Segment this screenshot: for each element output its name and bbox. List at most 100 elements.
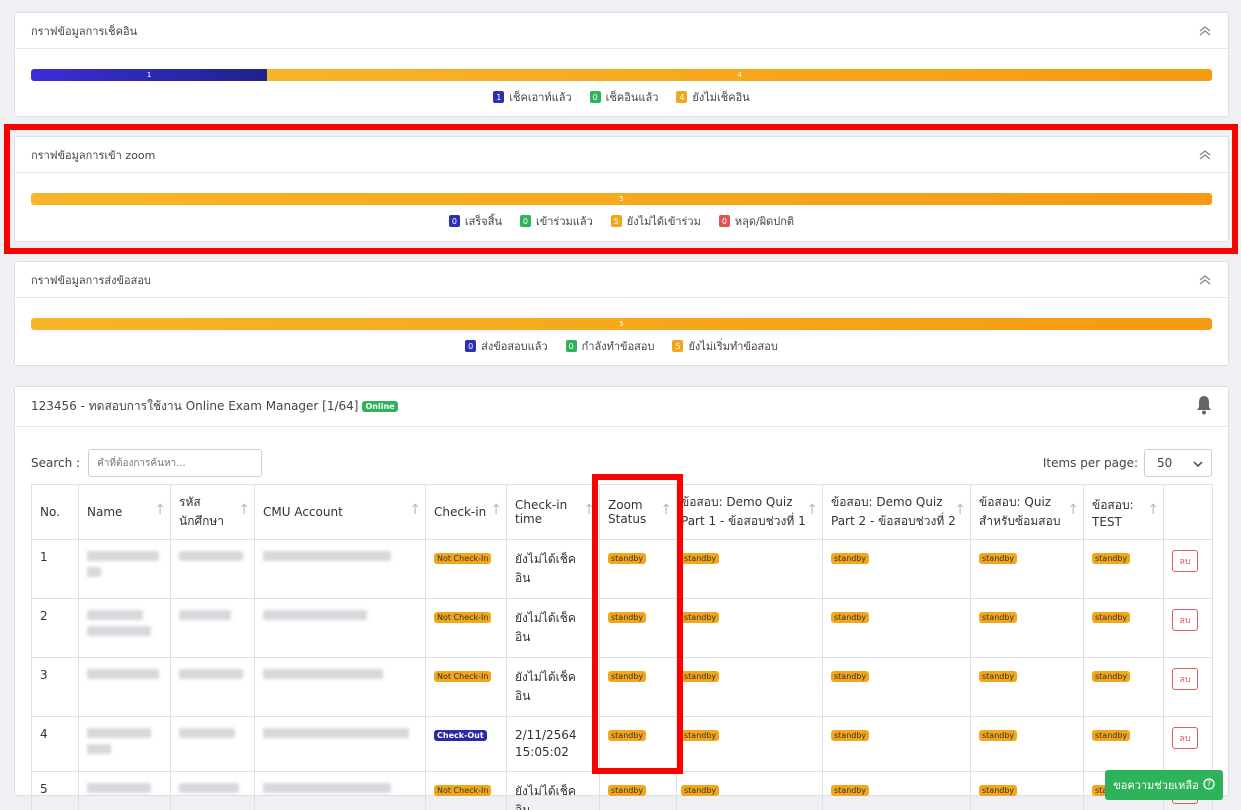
cell-checkin-time: ยังไม่ได้เช็คอิน	[506, 539, 600, 599]
legend-count: 5	[610, 215, 622, 227]
checkin-graph-title: กราฟข้อมูลการเช็คอิน	[31, 24, 138, 38]
cell-actions: ลบ	[1163, 657, 1213, 717]
checkin-legend: 1 เช็คเอาท์แล้ว 0 เช็คอินแล้ว 4 ยังไม่เช็คอ…	[15, 88, 1228, 106]
status-badge: standby	[681, 730, 720, 741]
status-badge: standby	[1092, 612, 1131, 623]
legend-item: 0 ส่งข้อสอบแล้ว	[465, 337, 548, 355]
submit-graph-header[interactable]: กราฟข้อมูลการส่งข้อสอบ	[15, 262, 1228, 298]
not-checkin-segment: 4	[267, 69, 1212, 81]
cell-quiz-part2: standby	[822, 539, 971, 599]
delete-button[interactable]: ลบ	[1172, 668, 1198, 690]
per-page-group: Items per page: 50	[1043, 449, 1212, 477]
status-badge: standby	[1092, 553, 1131, 564]
arrow-up-icon: ↑	[954, 502, 966, 518]
legend-item: 5 ยังไม่เริ่มทำข้อสอบ	[672, 337, 778, 355]
status-badge: standby	[831, 553, 870, 564]
legend-item: 0 เข้าร่วมแล้ว	[519, 212, 593, 230]
chevron-up-icon[interactable]	[1198, 24, 1212, 38]
status-badge: standby	[831, 612, 870, 623]
legend-count: 0	[519, 215, 531, 227]
exam-title-text: 123456 - ทดสอบการใช้งาน Online Exam Mana…	[31, 399, 359, 413]
col-header-cmu-account[interactable]: CMU Account ↑	[254, 484, 426, 540]
legend-count: 0	[589, 91, 601, 103]
cell-quiz-test: standby	[1083, 657, 1164, 717]
col-header-quiz-test[interactable]: ข้อสอบ: TEST ↑	[1083, 484, 1164, 540]
cell-name-redacted	[78, 771, 171, 810]
search-input[interactable]	[88, 449, 263, 477]
cell-name-redacted	[78, 716, 171, 772]
help-button[interactable]: ขอความช่วยเหลือ ?	[1105, 770, 1223, 800]
cell-quiz-test: standby	[1083, 539, 1164, 599]
submit-progress-bar: 5	[31, 318, 1212, 330]
cell-student-id-redacted	[170, 716, 255, 772]
online-badge: Online	[362, 401, 398, 412]
col-header-no[interactable]: No.	[31, 484, 79, 540]
delete-button[interactable]: ลบ	[1172, 550, 1198, 572]
cell-no: 2	[31, 598, 79, 658]
cell-checkin: Not Check-In	[425, 771, 507, 810]
status-badge: standby	[681, 671, 720, 682]
legend-label: เข้าร่วมแล้ว	[535, 215, 593, 228]
checkin-graph-card: กราฟข้อมูลการเช็คอิน 1 4 1 เช็คเอาท์แล้ว …	[14, 12, 1229, 117]
cell-zoom-status: standby	[599, 598, 677, 658]
table-row: 3 Not Check-In ยังไม่ได้เช็คอิน standby …	[31, 657, 1213, 717]
status-badge: Not Check-In	[434, 785, 492, 796]
zoom-legend: 0 เสร็จสิ้น 0 เข้าร่วมแล้ว 5 ยังไม่ได้เข้าร…	[15, 212, 1228, 230]
cell-quiz-part1: standby	[676, 657, 823, 717]
cell-student-id-redacted	[170, 771, 255, 810]
cell-quiz-practice: standby	[970, 598, 1084, 658]
arrow-up-icon: ↑	[154, 502, 166, 518]
delete-button[interactable]: ลบ	[1172, 727, 1198, 749]
arrow-up-icon: ↑	[490, 502, 502, 518]
col-header-name[interactable]: Name ↑	[78, 484, 171, 540]
status-badge: standby	[608, 553, 647, 564]
search-label: Search :	[31, 456, 81, 470]
table-row: 1 Not Check-In ยังไม่ได้เช็คอิน standby …	[31, 539, 1213, 599]
status-badge: Not Check-In	[434, 553, 492, 564]
cell-name-redacted	[78, 657, 171, 717]
legend-count: 0	[465, 340, 477, 352]
arrow-up-icon: ↑	[660, 502, 672, 518]
legend-item: 0 กำลังทำข้อสอบ	[565, 337, 654, 355]
legend-count: 1	[493, 91, 505, 103]
cell-actions: ลบ	[1163, 539, 1213, 599]
cell-quiz-part2: standby	[822, 598, 971, 658]
arrow-up-icon: ↑	[806, 502, 818, 518]
submit-legend: 0 ส่งข้อสอบแล้ว 0 กำลังทำข้อสอบ 5 ยังไม่เริ…	[15, 337, 1228, 355]
legend-count: 4	[676, 91, 688, 103]
table-row: 5 Not Check-In ยังไม่ได้เช็คอิน standby …	[31, 771, 1213, 810]
chevron-up-icon[interactable]	[1198, 148, 1212, 162]
col-header-checkin-time[interactable]: Check-in time ↑	[506, 484, 600, 540]
status-badge: Not Check-In	[434, 671, 492, 682]
cell-no: 1	[31, 539, 79, 599]
cell-actions: ลบ	[1163, 716, 1213, 772]
cell-quiz-test: standby	[1083, 598, 1164, 658]
per-page-select[interactable]: 50	[1144, 449, 1212, 477]
col-header-checkin[interactable]: Check-in ↑	[425, 484, 507, 540]
zoom-graph-header[interactable]: กราฟข้อมูลการเข้า zoom	[15, 137, 1228, 173]
col-header-quiz-part2[interactable]: ข้อสอบ: Demo Quiz Part 2 - ข้อสอบช่วงที่…	[822, 484, 971, 540]
legend-label: เช็คอินแล้ว	[605, 91, 659, 104]
col-header-student-id[interactable]: รหัส นักศึกษา ↑	[170, 484, 255, 540]
legend-label: เช็คเอาท์แล้ว	[509, 91, 572, 104]
not-joined-segment: 5	[31, 193, 1212, 205]
legend-item: 0 หลุด/ผิดปกติ	[718, 212, 794, 230]
submit-graph-card: กราฟข้อมูลการส่งข้อสอบ 5 0 ส่งข้อสอบแล้ว …	[14, 261, 1229, 366]
checkin-graph-header[interactable]: กราฟข้อมูลการเช็คอิน	[15, 13, 1228, 49]
bell-icon[interactable]	[1196, 395, 1212, 418]
cell-checkin: Not Check-In	[425, 539, 507, 599]
cell-account-redacted	[254, 716, 426, 772]
cell-quiz-part1: standby	[676, 539, 823, 599]
cell-zoom-status: standby	[599, 657, 677, 717]
status-badge: standby	[979, 671, 1018, 682]
legend-count: 0	[565, 340, 577, 352]
exam-card: 123456 - ทดสอบการใช้งาน Online Exam Mana…	[14, 386, 1229, 810]
arrow-up-icon: ↑	[1147, 502, 1159, 518]
legend-count: 5	[672, 340, 684, 352]
col-header-zoom-status[interactable]: Zoom Status ↑	[599, 484, 677, 540]
col-header-quiz-part1[interactable]: ข้อสอบ: Demo Quiz Part 1 - ข้อสอบช่วงที่…	[676, 484, 823, 540]
col-header-quiz-practice[interactable]: ข้อสอบ: Quiz สำหรับซ้อมสอบ ↑	[970, 484, 1084, 540]
legend-item: 0 เช็คอินแล้ว	[589, 88, 659, 106]
delete-button[interactable]: ลบ	[1172, 609, 1198, 631]
chevron-up-icon[interactable]	[1198, 273, 1212, 287]
